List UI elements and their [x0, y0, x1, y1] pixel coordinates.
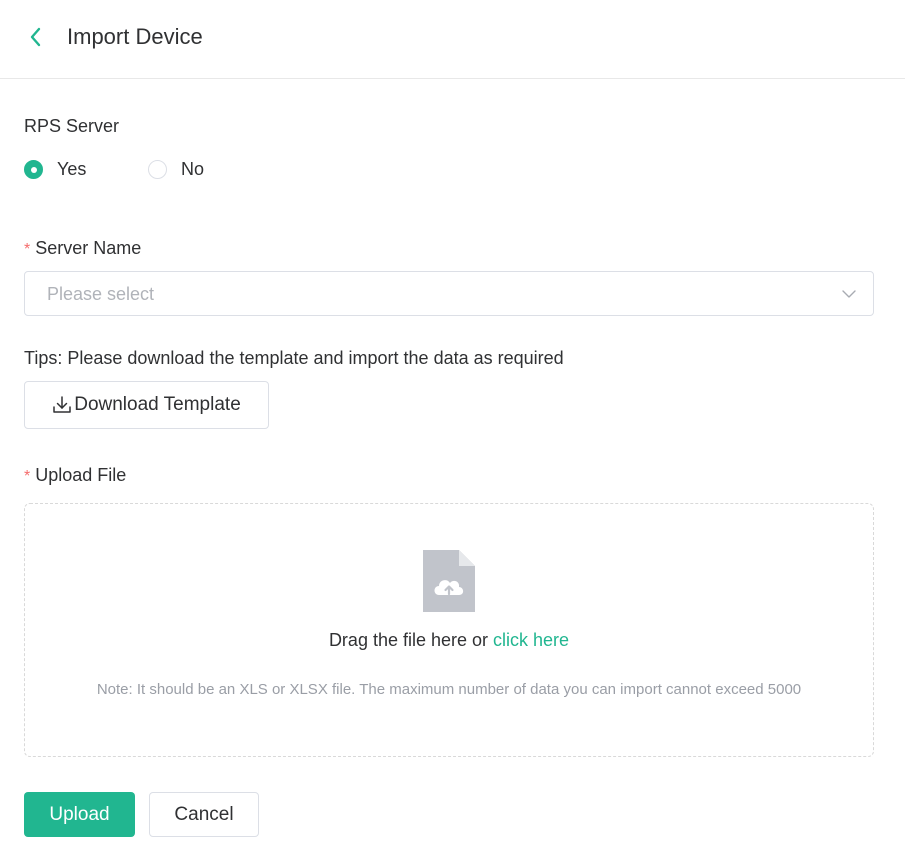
- tips-text: Tips: Please download the template and i…: [24, 348, 564, 368]
- download-template-label: Download Template: [74, 394, 241, 415]
- back-button[interactable]: [24, 24, 48, 50]
- page-header: Import Device: [0, 0, 905, 79]
- import-device-page: Import Device RPS Server Yes No * Server …: [0, 0, 905, 858]
- drop-instructions: Drag the file here or click here: [25, 629, 873, 651]
- rps-yes-label: Yes: [57, 159, 87, 179]
- radio-unchecked-icon: [148, 159, 167, 179]
- cancel-button[interactable]: Cancel: [149, 792, 259, 837]
- upload-file-label-text: Upload File: [35, 465, 127, 485]
- upload-dropzone[interactable]: Drag the file here or click here Note: I…: [24, 503, 874, 757]
- upload-note: Note: It should be an XLS or XLSX file. …: [96, 681, 802, 698]
- upload-button[interactable]: Upload: [24, 792, 135, 837]
- server-name-select[interactable]: Please select: [24, 271, 874, 316]
- download-template-button[interactable]: Download Template: [24, 381, 269, 429]
- required-mark: *: [24, 468, 31, 485]
- server-name-placeholder: Please select: [47, 284, 155, 304]
- rps-server-label: RPS Server: [24, 116, 120, 136]
- server-name-label: * Server Name: [24, 237, 141, 261]
- chevron-down-icon: [841, 286, 857, 307]
- page-title: Import Device: [67, 24, 203, 49]
- rps-no-radio[interactable]: No: [148, 158, 204, 180]
- server-name-label-text: Server Name: [35, 238, 142, 258]
- drop-text: Drag the file here or: [328, 630, 494, 650]
- required-mark: *: [24, 241, 31, 258]
- click-here-link[interactable]: click here: [493, 630, 569, 650]
- rps-yes-radio[interactable]: Yes: [24, 158, 86, 180]
- upload-file-label: * Upload File: [24, 464, 126, 488]
- file-upload-icon: [423, 550, 475, 617]
- chevron-left-icon: [30, 27, 41, 47]
- rps-no-label: No: [181, 159, 205, 179]
- radio-checked-icon: [24, 159, 43, 179]
- download-icon: [53, 396, 71, 413]
